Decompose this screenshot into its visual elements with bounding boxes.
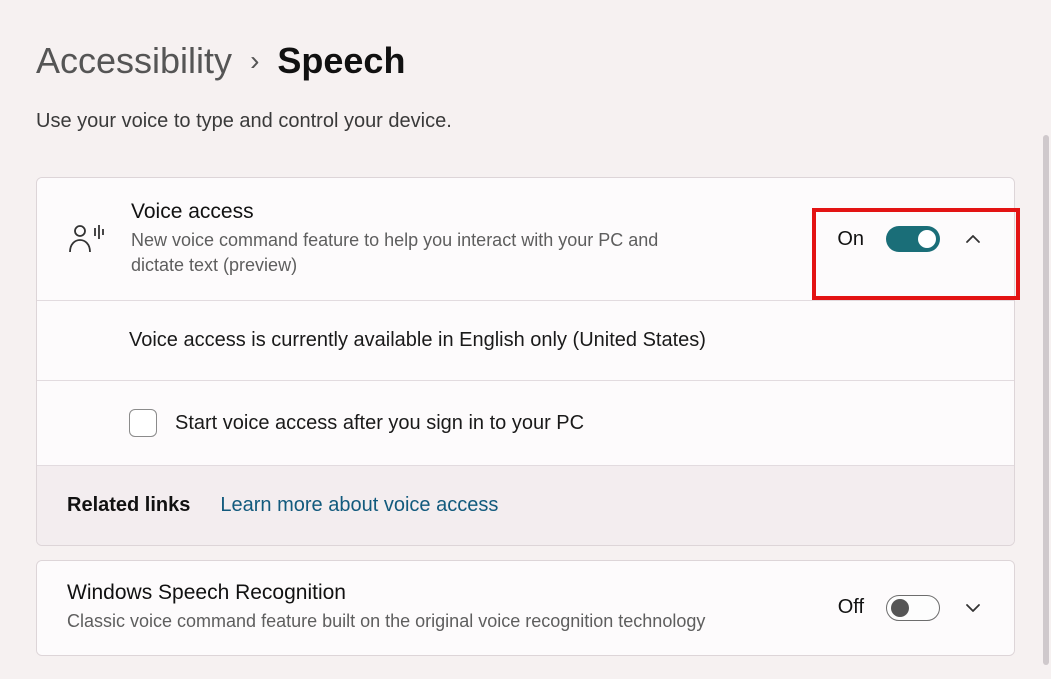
- related-links-label: Related links: [67, 494, 190, 517]
- voice-access-startup-checkbox[interactable]: [129, 409, 157, 437]
- voice-access-desc: New voice command feature to help you in…: [131, 228, 691, 278]
- voice-access-icon: [67, 222, 119, 256]
- speech-recognition-toggle[interactable]: [886, 595, 940, 621]
- voice-access-toggle[interactable]: [886, 226, 940, 252]
- speech-recognition-header[interactable]: Windows Speech Recognition Classic voice…: [37, 561, 1014, 654]
- chevron-down-icon[interactable]: [962, 597, 984, 619]
- voice-access-startup-label: Start voice access after you sign in to …: [175, 412, 584, 435]
- breadcrumb-current: Speech: [277, 40, 405, 82]
- speech-recognition-group: Windows Speech Recognition Classic voice…: [36, 560, 1015, 655]
- scrollbar[interactable]: [1043, 135, 1049, 665]
- chevron-right-icon: ›: [250, 45, 259, 77]
- voice-access-header[interactable]: Voice access New voice command feature t…: [37, 178, 1014, 300]
- breadcrumb-parent[interactable]: Accessibility: [36, 40, 232, 82]
- voice-access-group: Voice access New voice command feature t…: [36, 177, 1015, 546]
- related-links-row: Related links Learn more about voice acc…: [37, 466, 1014, 545]
- voice-access-title: Voice access: [131, 200, 817, 224]
- page-subtitle: Use your voice to type and control your …: [36, 110, 1015, 133]
- chevron-up-icon[interactable]: [962, 228, 984, 250]
- learn-more-link[interactable]: Learn more about voice access: [220, 494, 498, 517]
- speech-recognition-desc: Classic voice command feature built on t…: [67, 609, 707, 634]
- voice-access-toggle-label: On: [837, 228, 864, 251]
- speech-recognition-toggle-label: Off: [838, 596, 864, 619]
- speech-recognition-title: Windows Speech Recognition: [67, 581, 818, 605]
- voice-access-availability-note: Voice access is currently available in E…: [37, 301, 1014, 380]
- voice-access-startup-row[interactable]: Start voice access after you sign in to …: [37, 381, 1014, 465]
- breadcrumb: Accessibility › Speech: [36, 40, 1015, 82]
